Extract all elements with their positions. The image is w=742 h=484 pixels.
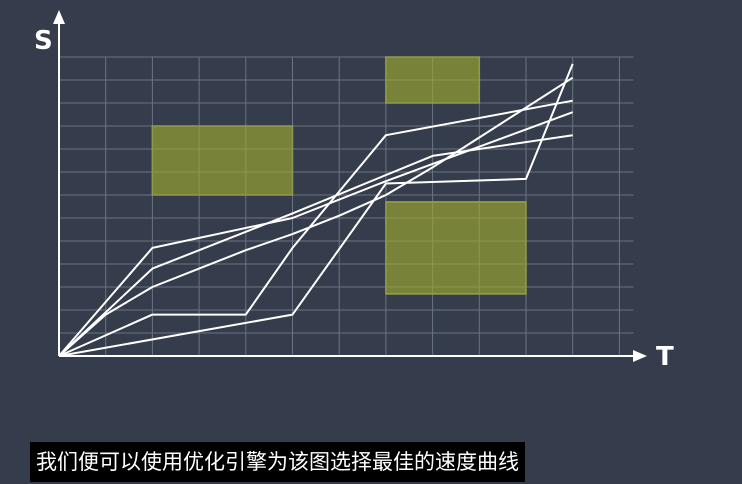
st-graph	[53, 10, 647, 362]
obstacle-region	[385, 201, 527, 295]
y-axis-label: S	[34, 26, 53, 56]
st-graph-diagram: S T 我们便可以使用优化引擎为该图选择最佳的速度曲线	[0, 0, 742, 484]
x-axis-label: T	[656, 342, 674, 372]
y-axis-arrow	[53, 10, 65, 24]
subtitle-caption: 我们便可以使用优化引擎为该图选择最佳的速度曲线	[30, 442, 525, 482]
x-axis-arrow	[633, 350, 647, 362]
obstacle-region	[151, 125, 294, 196]
